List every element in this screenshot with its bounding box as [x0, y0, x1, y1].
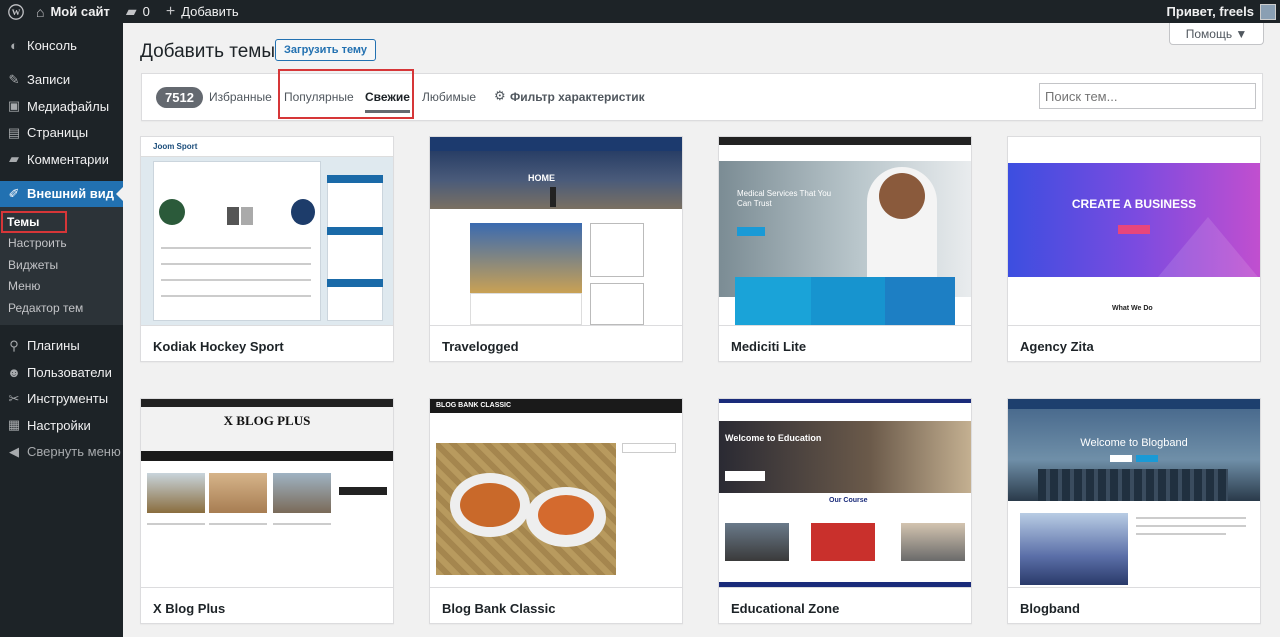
- pin-icon: ✎: [8, 71, 20, 87]
- theme-screenshot: Joom Sport: [141, 137, 393, 326]
- submenu-customize[interactable]: Настроить: [0, 233, 123, 255]
- menu-comments[interactable]: ▰ Комментарии: [0, 146, 123, 173]
- theme-name: Mediciti Lite: [731, 339, 807, 354]
- theme-screenshot: Welcome to Education Our Course: [719, 399, 971, 588]
- submenu-widgets[interactable]: Виджеты: [0, 254, 123, 276]
- site-name: Мой сайт: [50, 4, 110, 19]
- theme-card-blog-bank-classic[interactable]: BLOG BANK CLASSIC Blog Bank Classic: [429, 398, 683, 624]
- theme-name: Blogband: [1020, 601, 1080, 616]
- theme-screenshot: BLOG BANK CLASSIC: [430, 399, 682, 588]
- upload-theme-button[interactable]: Загрузить тему: [275, 39, 377, 61]
- new-label: Добавить: [181, 4, 239, 19]
- menu-collapse[interactable]: ◀ Свернуть меню: [0, 439, 123, 466]
- theme-card-x-blog-plus[interactable]: X BLOG PLUS X Blog Plus: [140, 398, 394, 624]
- account-link[interactable]: Привет, freels: [1159, 0, 1280, 23]
- theme-card-agency-zita[interactable]: CREATE A BUSINESS What We Do Agency Zita: [1007, 136, 1261, 362]
- avatar: [1260, 3, 1276, 20]
- admin-bar: W ⌂ Мой сайт ▰ 0 + Добавить Привет, free…: [0, 0, 1280, 23]
- users-icon: ☻: [7, 364, 21, 380]
- settings-icon: ▦: [7, 417, 21, 433]
- comment-icon: ▰: [9, 151, 19, 167]
- menu-tools[interactable]: ✂ Инструменты: [0, 386, 123, 413]
- admin-sidebar: ◐ Консоль ✎ Записи ▣ Медиафайлы ▤ Страницы ▰…: [0, 23, 123, 637]
- tab-featured[interactable]: Избранные: [209, 90, 272, 104]
- theme-screenshot: HOME: [430, 137, 682, 326]
- comment-bubble-icon: ▰: [125, 3, 137, 19]
- theme-name: Agency Zita: [1020, 339, 1094, 354]
- comments-count: 0: [142, 4, 150, 19]
- wordpress-logo-icon[interactable]: W: [4, 0, 28, 23]
- menu-appearance[interactable]: ✐ Внешний вид: [0, 180, 123, 207]
- submenu-themes[interactable]: Темы: [1, 211, 67, 233]
- greeting: Привет, freels: [1166, 4, 1254, 19]
- theme-search-input[interactable]: [1039, 83, 1256, 109]
- filter-bar: 7512 Избранные Популярные Свежие Любимые…: [141, 69, 1263, 121]
- menu-pages[interactable]: ▤ Страницы: [0, 120, 123, 147]
- tab-favorites[interactable]: Любимые: [422, 90, 476, 104]
- theme-screenshot: X BLOG PLUS: [141, 399, 393, 588]
- theme-name: Educational Zone: [731, 601, 840, 616]
- comments-link[interactable]: ▰ 0: [118, 0, 158, 23]
- theme-name: Blog Bank Classic: [442, 601, 556, 616]
- theme-card-kodiak[interactable]: Joom Sport Kodiak Hockey Sport: [140, 136, 394, 362]
- gear-icon: ⚙: [494, 88, 506, 103]
- tabs-highlight-box: [278, 69, 414, 119]
- theme-card-mediciti[interactable]: Medical Services That You Can Trust Medi…: [718, 136, 972, 362]
- svg-text:W: W: [12, 7, 21, 17]
- plugin-icon: ⚲: [9, 337, 19, 353]
- theme-card-travelogged[interactable]: HOME Travelogged: [429, 136, 683, 362]
- feature-filter-button[interactable]: Фильтр характеристик: [510, 90, 645, 104]
- wrench-icon: ✂: [8, 390, 20, 406]
- menu-plugins[interactable]: ⚲ Плагины: [0, 333, 123, 360]
- theme-card-blogband[interactable]: Welcome to Blogband Blogband: [1007, 398, 1261, 624]
- site-name-link[interactable]: ⌂ Мой сайт: [28, 0, 118, 23]
- dashboard-icon: ◐: [10, 37, 18, 53]
- theme-screenshot: Medical Services That You Can Trust: [719, 137, 971, 326]
- theme-screenshot: Welcome to Blogband: [1008, 399, 1260, 588]
- page-title: Добавить темы: [140, 41, 276, 62]
- help-button[interactable]: Помощь ▼: [1169, 23, 1264, 45]
- menu-dashboard[interactable]: ◐ Консоль: [0, 32, 123, 59]
- theme-name: X Blog Plus: [153, 601, 226, 616]
- menu-settings[interactable]: ▦ Настройки: [0, 412, 123, 439]
- menu-posts[interactable]: ✎ Записи: [0, 67, 123, 94]
- home-icon: ⌂: [36, 3, 45, 20]
- media-icon: ▣: [7, 98, 21, 114]
- menu-users[interactable]: ☻ Пользователи: [0, 359, 123, 386]
- theme-count-badge: 7512: [156, 87, 203, 108]
- main-content: Помощь ▼ Добавить темы Загрузить тему 75…: [123, 23, 1280, 637]
- brush-icon: ✐: [8, 185, 20, 201]
- submenu-theme-editor[interactable]: Редактор тем: [0, 297, 123, 319]
- new-content-link[interactable]: + Добавить: [158, 0, 247, 23]
- submenu-menus[interactable]: Меню: [0, 276, 123, 298]
- theme-name: Travelogged: [442, 339, 519, 354]
- theme-name: Kodiak Hockey Sport: [153, 339, 284, 354]
- plus-icon: +: [165, 2, 176, 20]
- page-icon: ▤: [7, 124, 21, 140]
- collapse-icon: ◀: [9, 443, 19, 459]
- appearance-submenu: Темы Настроить Виджеты Меню Редактор тем: [0, 207, 123, 325]
- menu-media[interactable]: ▣ Медиафайлы: [0, 93, 123, 120]
- theme-card-educational-zone[interactable]: Welcome to Education Our Course Educatio…: [718, 398, 972, 624]
- theme-screenshot: CREATE A BUSINESS What We Do: [1008, 137, 1260, 326]
